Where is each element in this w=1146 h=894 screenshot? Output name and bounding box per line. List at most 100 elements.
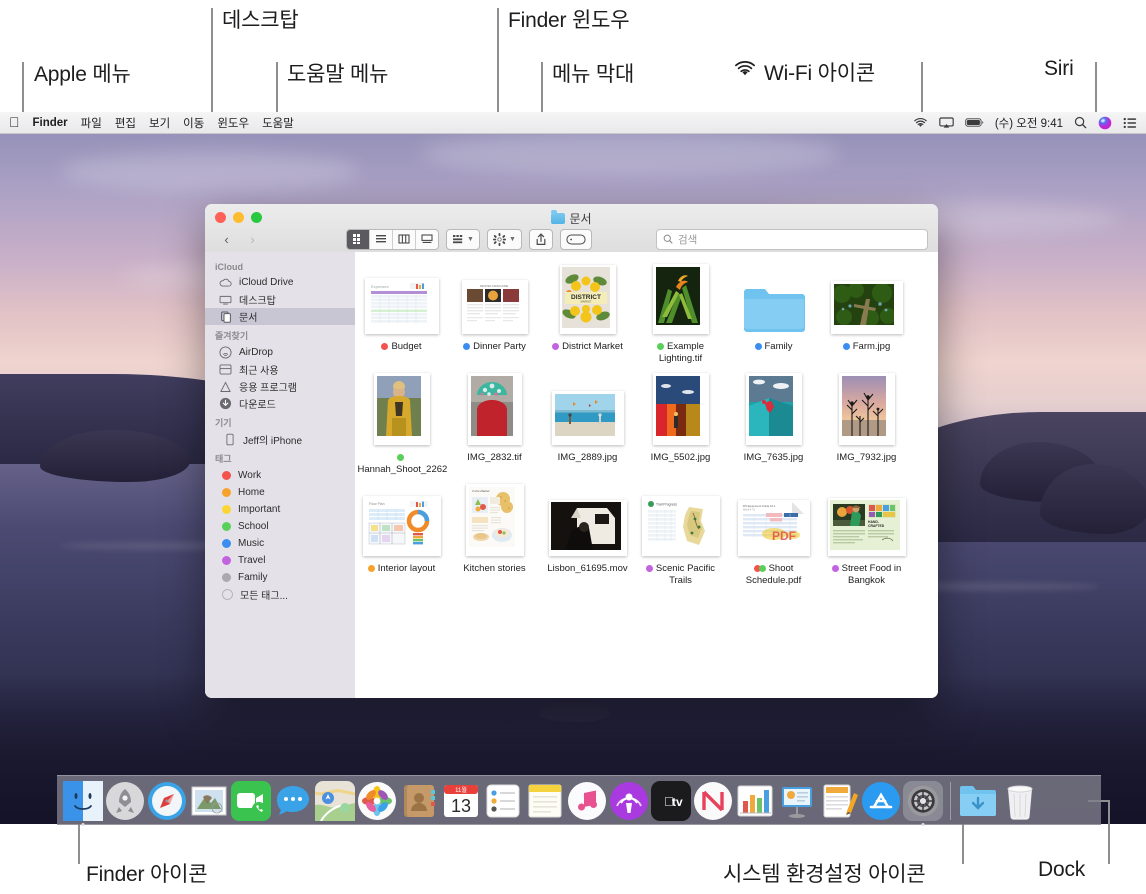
menu-item-help[interactable]: 도움말 — [262, 115, 294, 131]
apple-menu-icon[interactable]:  — [9, 115, 20, 129]
wifi-icon[interactable] — [913, 117, 928, 129]
list-view-button[interactable] — [370, 229, 393, 249]
tag-dot — [831, 565, 839, 572]
dock-item-reminders[interactable] — [483, 781, 523, 821]
dock-item-photos[interactable] — [357, 781, 397, 821]
siri-icon[interactable] — [1098, 116, 1112, 130]
dock-item-notes[interactable] — [525, 781, 565, 821]
file-item[interactable]: IMG_7932.jpg — [820, 373, 913, 476]
view-mode-segmented-control[interactable] — [346, 228, 439, 250]
sidebar-item-downloads[interactable]: 다운로드 — [205, 395, 355, 412]
folder-icon — [551, 210, 566, 224]
file-item[interactable]: DISTRICT MARKET District Market — [541, 262, 634, 365]
sidebar-item-desktop[interactable]: 데스크탑 — [205, 291, 355, 308]
finder-toolbar[interactable]: ‹ › ▼ ▼ 검색 — [205, 226, 938, 252]
calendar-day: 13 — [451, 796, 471, 816]
sidebar-item-label: 응용 프로그램 — [239, 383, 297, 394]
sidebar-item-label: 다운로드 — [239, 400, 276, 411]
dock-item-launchpad[interactable] — [105, 781, 145, 821]
file-item[interactable]: DS Equipment Guide 10.1 Week 4 7/1 PDF Sho… — [727, 484, 820, 587]
battery-icon[interactable] — [965, 117, 984, 128]
file-item[interactable]: In the Market Kitchen stories — [448, 484, 541, 587]
file-item[interactable]: IMG_5502.jpg — [634, 373, 727, 476]
action-button[interactable]: ▼ — [486, 228, 522, 250]
sidebar-tag-family[interactable]: Family — [205, 569, 355, 586]
sidebar-tag-music[interactable]: Music — [205, 535, 355, 552]
sidebar-item-recents[interactable]: 최근 사용 — [205, 361, 355, 378]
sidebar-item-applications[interactable]: 응용 프로그램 — [205, 378, 355, 395]
sidebar-tag-work[interactable]: Work — [205, 467, 355, 484]
finder-titlebar[interactable]: 문서 ‹ › ▼ ▼ 검색 — [205, 204, 938, 253]
dock-item-numbers[interactable] — [735, 781, 775, 821]
file-item[interactable]: Farm.jpg — [820, 262, 913, 365]
search-field[interactable]: 검색 — [656, 228, 928, 250]
menubar-clock[interactable]: (수) 오전 9:41 — [995, 115, 1063, 131]
menu-item-finder[interactable]: Finder — [33, 117, 68, 129]
dock-item-appletv[interactable]: tv — [651, 780, 691, 821]
file-item[interactable]: HAND- CRAFTED Street Food in Bangkok — [820, 484, 913, 587]
file-item[interactable]: IMG_2889.jpg — [541, 373, 634, 476]
back-button[interactable]: ‹ — [215, 230, 238, 249]
menu-item-go[interactable]: 이동 — [183, 115, 204, 131]
file-item[interactable]: Family — [727, 262, 820, 365]
menu-item-view[interactable]: 보기 — [149, 115, 170, 131]
icon-view-button[interactable] — [347, 229, 370, 249]
dock-item-trash[interactable] — [1000, 781, 1040, 821]
dock-item-facetime[interactable] — [231, 780, 271, 821]
file-item[interactable]: Expenses Budget — [355, 262, 448, 365]
file-item[interactable]: Hannah_Shoot_2262 — [355, 373, 448, 476]
dock-item-mail[interactable] — [189, 781, 229, 821]
dock-item-messages[interactable] — [273, 781, 313, 821]
airplay-icon[interactable] — [939, 116, 954, 129]
finder-window[interactable]: 문서 ‹ › ▼ ▼ 검색 iCloud iCloud Drive 데스크탑 문… — [205, 204, 938, 698]
file-item[interactable]: RECIPES FROM HOME Dinner Party — [448, 262, 541, 365]
control-center-icon[interactable] — [1123, 117, 1137, 129]
dock-item-safari[interactable] — [147, 781, 187, 821]
share-button[interactable] — [528, 228, 553, 250]
tag-button[interactable] — [559, 228, 592, 250]
sidebar-item-airdrop[interactable]: AirDrop — [205, 344, 355, 361]
menu-item-file[interactable]: 파일 — [81, 115, 102, 131]
sidebar-tag-school[interactable]: School — [205, 518, 355, 535]
finder-file-grid[interactable]: Expenses Budget RECIPES FROM HOME Dinner… — [355, 252, 938, 698]
dock-item-finder[interactable] — [63, 780, 103, 826]
menu-item-edit[interactable]: 편집 — [115, 115, 136, 131]
menu-bar[interactable]:  Finder 파일 편집 보기 이동 윈도우 도움말 (수) 오전 9:41 — [0, 112, 1146, 134]
forward-button[interactable]: › — [241, 230, 264, 249]
file-item[interactable]: Example Lighting.tif — [634, 262, 727, 365]
group-by-button[interactable]: ▼ — [446, 228, 480, 250]
dock[interactable]: 11월13 tv — [57, 775, 1101, 826]
search-icon[interactable] — [1074, 116, 1087, 129]
dock-item-maps[interactable] — [315, 780, 355, 821]
dock-item-appstore[interactable] — [861, 781, 901, 821]
dock-item-podcasts[interactable] — [609, 781, 649, 821]
sidebar-item-documents[interactable]: 문서 — [205, 308, 355, 325]
dock-item-keynote[interactable] — [777, 781, 817, 821]
nav-buttons[interactable]: ‹ › — [215, 230, 264, 249]
menu-item-window[interactable]: 윈도우 — [217, 115, 249, 131]
dock-item-calendar[interactable]: 11월 13 — [441, 781, 481, 821]
sidebar-tag-home[interactable]: Home — [205, 484, 355, 501]
file-item[interactable]: Lisbon_61695.mov — [541, 484, 634, 587]
dock-item-contacts[interactable] — [399, 781, 439, 821]
sidebar-item-icloud-drive[interactable]: iCloud Drive — [205, 274, 355, 291]
dock-item-system-preferences[interactable] — [903, 780, 943, 826]
sidebar-tag-important[interactable]: Important — [205, 501, 355, 518]
leader-apple-menu — [22, 62, 24, 112]
gallery-view-button[interactable] — [416, 230, 438, 249]
file-item[interactable]: Trail Progress Scenic Pacific Trails — [634, 484, 727, 587]
file-item[interactable]: Floor Plan Interior layout — [355, 484, 448, 587]
sidebar-tag-all-tags[interactable]: 모든 태그... — [205, 586, 355, 603]
dock-item-itunes[interactable] — [567, 781, 607, 821]
dock-item-news[interactable] — [693, 781, 733, 821]
dock-item-pages[interactable] — [819, 781, 859, 821]
dock-item-downloads[interactable] — [958, 781, 998, 821]
file-name: Farm.jpg — [852, 341, 891, 352]
file-item[interactable]: IMG_7635.jpg — [727, 373, 820, 476]
column-view-button[interactable] — [393, 229, 416, 249]
sidebar-item-label: Music — [238, 538, 265, 549]
sidebar-tag-travel[interactable]: Travel — [205, 552, 355, 569]
file-item[interactable]: IMG_2832.tif — [448, 373, 541, 476]
finder-sidebar[interactable]: iCloud iCloud Drive 데스크탑 문서 즐겨찾기 AirDrop — [205, 252, 355, 698]
sidebar-item-iphone[interactable]: Jeff의 iPhone — [205, 431, 355, 448]
